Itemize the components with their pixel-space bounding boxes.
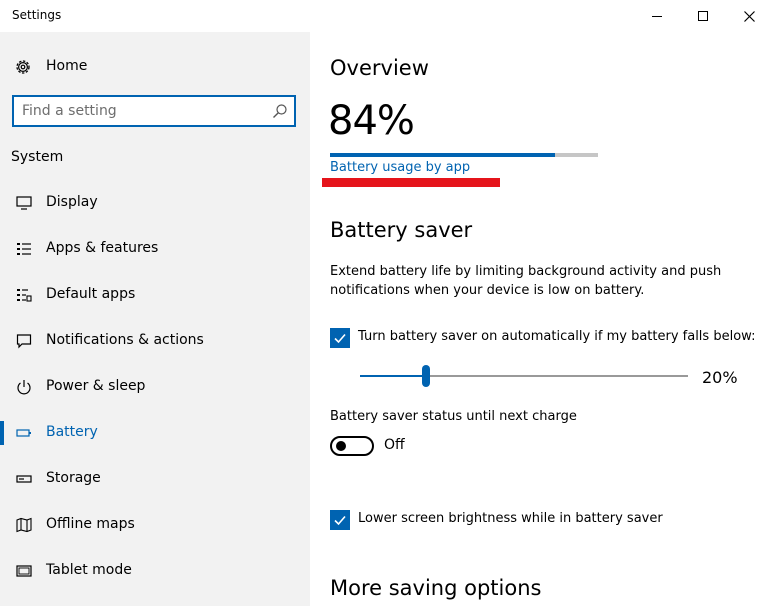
auto-saver-checkbox[interactable] (330, 328, 350, 348)
title-bar: Settings (0, 0, 768, 32)
saver-status-toggle[interactable] (330, 436, 374, 456)
battery-saver-description: Extend battery life by limiting backgrou… (330, 264, 722, 298)
tablet-icon (16, 565, 32, 577)
sidebar-item-label: Apps & features (46, 240, 159, 256)
apps-list-icon (17, 243, 31, 255)
slider-track-empty (430, 375, 688, 377)
annotation-underline (322, 178, 500, 187)
system-nav-list: Display Apps & features Default apps Not… (0, 180, 310, 594)
brightness-label: Lower screen brightness while in battery… (358, 511, 663, 526)
auto-saver-label: Turn battery saver on automatically if m… (358, 329, 756, 344)
sidebar-item-label: Notifications & actions (46, 332, 204, 348)
minimize-icon (652, 15, 662, 17)
notification-icon (16, 334, 32, 349)
saver-status-label: Battery saver status until next charge (330, 409, 577, 424)
sidebar-item-label: Storage (46, 470, 101, 486)
toggle-state-label: Off (384, 437, 405, 453)
sidebar-item-apps-features[interactable]: Apps & features (0, 226, 310, 272)
overview-heading: Overview (330, 56, 429, 80)
sidebar: Home System Display Apps & features (0, 32, 310, 606)
sidebar-item-label: Power & sleep (46, 378, 146, 394)
battery-usage-link[interactable]: Battery usage by app (330, 160, 470, 175)
close-icon (743, 10, 755, 22)
sidebar-item-offline-maps[interactable]: Offline maps (0, 502, 310, 548)
window-title: Settings (12, 8, 62, 22)
battery-icon (16, 429, 31, 437)
checkmark-icon (334, 515, 346, 526)
close-button[interactable] (726, 0, 768, 32)
default-apps-icon (17, 289, 32, 302)
maximize-button[interactable] (680, 0, 726, 32)
sidebar-item-label: Battery (46, 424, 98, 440)
sidebar-item-label: Default apps (46, 286, 136, 302)
sidebar-item-label: Tablet mode (46, 562, 132, 578)
battery-saver-heading: Battery saver (330, 218, 473, 242)
checkmark-icon (334, 333, 346, 344)
home-nav-item[interactable]: Home (0, 50, 310, 82)
slider-track-filled (360, 375, 426, 377)
map-icon (16, 517, 32, 533)
section-label: System (11, 149, 64, 165)
display-icon (16, 196, 32, 210)
brightness-checkbox[interactable] (330, 510, 350, 530)
battery-settings-panel: Overview 84% Battery usage by app Batter… (310, 32, 768, 606)
sidebar-item-tablet-mode[interactable]: Tablet mode (0, 548, 310, 594)
sidebar-item-power-sleep[interactable]: Power & sleep (0, 364, 310, 410)
sidebar-item-battery[interactable]: Battery (0, 410, 310, 456)
sidebar-item-default-apps[interactable]: Default apps (0, 272, 310, 318)
brightness-row: Lower screen brightness while in battery… (330, 510, 760, 530)
search-box[interactable] (12, 95, 296, 127)
sidebar-item-label: Display (46, 194, 98, 210)
search-icon[interactable] (272, 103, 288, 119)
more-saving-heading: More saving options (330, 576, 542, 600)
search-input[interactable] (22, 101, 272, 121)
slider-thumb[interactable] (422, 365, 430, 387)
threshold-value: 20% (702, 368, 738, 387)
sidebar-item-label: Offline maps (46, 516, 135, 532)
battery-percent: 84% (328, 98, 415, 144)
sidebar-item-storage[interactable]: Storage (0, 456, 310, 502)
auto-saver-row: Turn battery saver on automatically if m… (330, 328, 760, 348)
gear-icon (16, 60, 30, 74)
battery-level-fill (330, 153, 555, 157)
threshold-slider[interactable] (360, 364, 688, 388)
storage-icon (16, 475, 32, 483)
battery-level-bar (330, 153, 598, 157)
active-indicator (0, 421, 4, 445)
home-label: Home (46, 58, 88, 74)
maximize-icon (698, 11, 708, 21)
power-icon (17, 380, 31, 395)
sidebar-item-display[interactable]: Display (0, 180, 310, 226)
toggle-knob (336, 441, 346, 451)
minimize-button[interactable] (634, 0, 680, 32)
sidebar-item-notifications[interactable]: Notifications & actions (0, 318, 310, 364)
